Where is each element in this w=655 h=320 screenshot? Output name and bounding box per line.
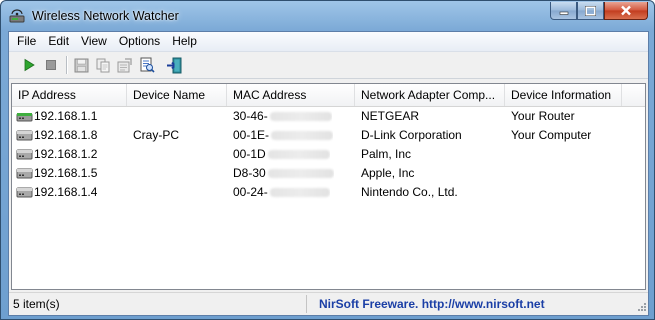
properties-button[interactable] xyxy=(115,56,133,74)
redacted-mac xyxy=(269,112,332,122)
redacted-mac xyxy=(269,188,330,198)
redacted-mac xyxy=(267,150,330,160)
cell-vendor: Apple, Inc xyxy=(361,166,415,180)
save-button[interactable] xyxy=(72,56,90,74)
cell-vendor: D-Link Corporation xyxy=(361,128,462,142)
cell-ip: 192.168.1.4 xyxy=(34,185,98,199)
status-bar: 5 item(s) NirSoft Freeware. http://www.n… xyxy=(9,292,648,315)
start-scan-button[interactable] xyxy=(20,56,38,74)
copy-button[interactable] xyxy=(94,56,112,74)
client-area: File Edit View Options Help IP Address D… xyxy=(8,31,649,316)
device-list[interactable]: IP Address Device Name MAC Address Netwo… xyxy=(11,83,646,290)
redacted-mac xyxy=(267,169,334,179)
menu-view[interactable]: View xyxy=(75,32,113,51)
column-mac-address[interactable]: MAC Address xyxy=(227,84,355,106)
column-ip-address[interactable]: IP Address xyxy=(12,84,127,106)
menu-file[interactable]: File xyxy=(9,32,42,51)
computer-device-icon xyxy=(16,187,33,198)
cell-device-info: Your Computer xyxy=(511,128,592,142)
cell-mac: 00-24- xyxy=(233,183,330,202)
exit-button[interactable] xyxy=(165,56,183,74)
cell-ip: 192.168.1.5 xyxy=(34,166,98,180)
cell-device-name: Cray-PC xyxy=(133,128,180,142)
stop-icon xyxy=(46,60,56,70)
list-header: IP Address Device Name MAC Address Netwo… xyxy=(12,84,645,107)
close-icon xyxy=(621,5,631,16)
cell-vendor: NETGEAR xyxy=(361,109,420,123)
column-device-name[interactable]: Device Name xyxy=(127,84,227,106)
table-row[interactable]: 192.168.1.5 D8-30 Apple, Inc xyxy=(12,164,645,183)
nirsoft-link[interactable]: NirSoft Freeware. http://www.nirsoft.net xyxy=(307,295,631,313)
table-row[interactable]: 192.168.1.2 00-1D Palm, Inc xyxy=(12,145,645,164)
play-icon xyxy=(24,58,35,72)
table-row[interactable]: 192.168.1.8 Cray-PC 00-1E- D-Link Corpor… xyxy=(12,126,645,145)
minimize-icon xyxy=(559,11,568,15)
html-report-button[interactable] xyxy=(138,56,156,74)
copy-icon xyxy=(96,58,109,72)
wireless-network-icon xyxy=(9,9,25,23)
caption-buttons xyxy=(550,2,648,22)
cell-mac: 00-1D xyxy=(233,145,330,164)
computer-device-icon xyxy=(16,130,33,141)
menu-edit[interactable]: Edit xyxy=(42,32,75,51)
properties-icon xyxy=(117,57,132,72)
minimize-button[interactable] xyxy=(550,2,577,20)
cell-vendor: Nintendo Co., Ltd. xyxy=(361,185,458,199)
cell-mac: 30-46- xyxy=(233,107,332,126)
column-network-adapter-company[interactable]: Network Adapter Comp... xyxy=(355,84,505,106)
title-bar[interactable]: Wireless Network Watcher xyxy=(1,1,654,31)
cell-ip: 192.168.1.1 xyxy=(34,109,98,123)
stop-scan-button[interactable] xyxy=(42,56,60,74)
menu-help[interactable]: Help xyxy=(166,32,203,51)
menu-options[interactable]: Options xyxy=(113,32,166,51)
resize-grip-icon[interactable] xyxy=(635,302,647,314)
maximize-icon xyxy=(585,5,596,16)
toolbar-separator xyxy=(66,56,68,74)
cell-ip: 192.168.1.2 xyxy=(34,147,98,161)
table-row[interactable]: 192.168.1.4 00-24- Nintendo Co., Ltd. xyxy=(12,183,645,202)
maximize-button[interactable] xyxy=(577,2,604,20)
window-title: Wireless Network Watcher xyxy=(32,9,179,23)
computer-device-icon xyxy=(16,149,33,160)
app-window: Wireless Network Watcher File Edit View … xyxy=(0,0,655,320)
save-icon xyxy=(74,58,88,72)
router-icon xyxy=(16,113,33,122)
cell-mac: 00-1E- xyxy=(233,126,334,145)
computer-device-icon xyxy=(16,168,33,179)
cell-device-info: Your Router xyxy=(511,109,575,123)
cell-mac: D8-30 xyxy=(233,164,334,183)
table-row[interactable]: 192.168.1.1 30-46- NETGEAR Your Router xyxy=(12,107,645,126)
exit-icon xyxy=(166,57,181,73)
toolbar xyxy=(9,52,648,79)
close-button[interactable] xyxy=(604,2,648,20)
status-item-count: 5 item(s) xyxy=(11,295,307,313)
redacted-mac xyxy=(271,131,334,141)
cell-vendor: Palm, Inc xyxy=(361,147,412,161)
menu-bar: File Edit View Options Help xyxy=(9,32,648,52)
html-report-icon xyxy=(140,57,155,73)
cell-ip: 192.168.1.8 xyxy=(34,128,98,142)
column-device-information[interactable]: Device Information xyxy=(505,84,622,106)
